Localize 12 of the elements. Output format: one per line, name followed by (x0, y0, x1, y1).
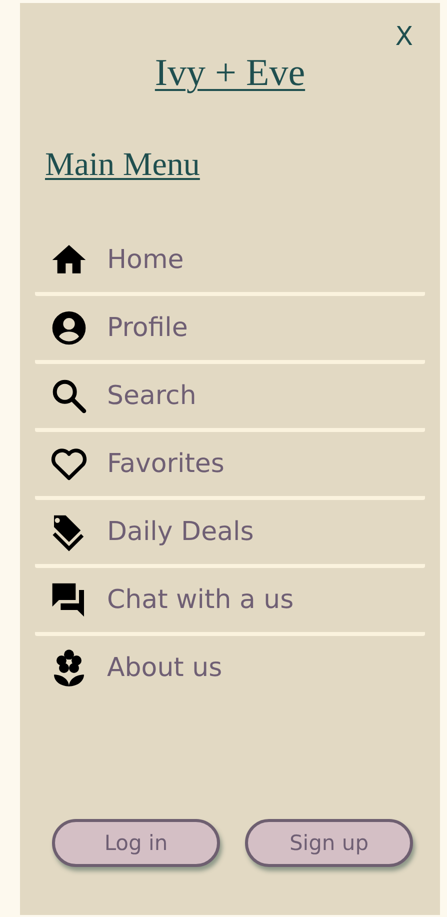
menu-item[interactable]: Chat with a us (35, 580, 294, 620)
menu-item[interactable]: Home (35, 240, 184, 280)
menu-item[interactable]: Daily Deals (35, 512, 254, 552)
signup-button[interactable]: Sign up (245, 819, 413, 867)
brand-title[interactable]: Ivy + Eve (154, 51, 306, 95)
menu-item[interactable]: Favorites (35, 444, 224, 484)
login-button[interactable]: Log in (52, 819, 220, 867)
menu-item[interactable]: Search (35, 376, 196, 416)
menu-heading[interactable]: Main Menu (45, 147, 200, 183)
menu-item[interactable]: About us (35, 648, 222, 688)
close-button[interactable]: X (395, 21, 413, 53)
menu-item[interactable]: Profile (35, 308, 188, 348)
